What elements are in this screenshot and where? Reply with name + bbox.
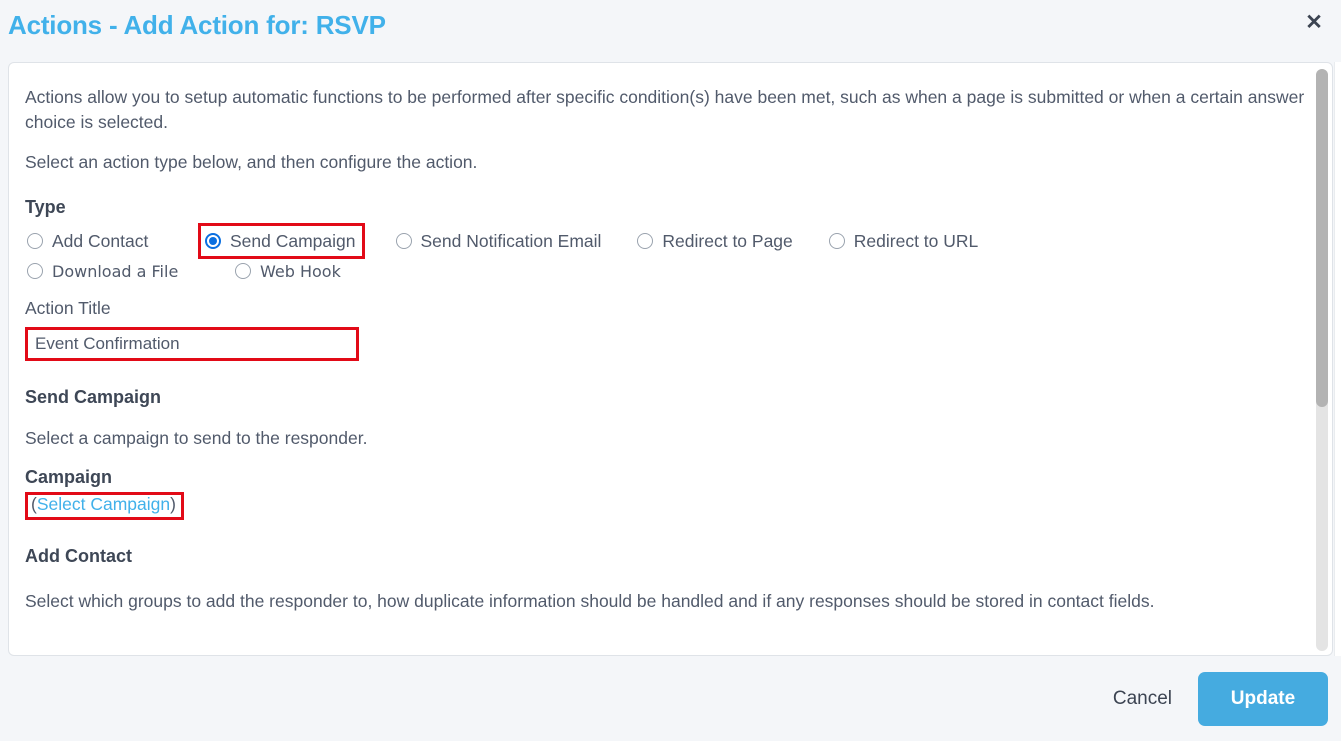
close-paren: ) — [170, 494, 176, 514]
close-icon[interactable]: ✕ — [1300, 8, 1328, 36]
radio-mark — [27, 263, 43, 279]
radio-option-redirect-to-url[interactable]: Redirect to URL — [827, 226, 981, 256]
scrollbar-thumb[interactable] — [1316, 69, 1328, 407]
radio-label: Redirect to Page — [662, 230, 793, 251]
modal-body-panel: Actions allow you to setup automatic fun… — [8, 62, 1333, 656]
type-radio-row-2: Download a File Web Hook — [25, 256, 1308, 286]
update-button[interactable]: Update — [1198, 671, 1328, 726]
scrollbar-track[interactable] — [1316, 69, 1328, 651]
radio-option-redirect-to-page[interactable]: Redirect to Page — [635, 226, 794, 256]
intro-paragraph: Actions allow you to setup automatic fun… — [25, 87, 1305, 132]
radio-mark — [637, 233, 654, 249]
page-title: Actions - Add Action for: RSVP — [8, 10, 386, 40]
add-action-modal: Actions - Add Action for: RSVP ✕ Actions… — [0, 0, 1341, 741]
radio-mark — [205, 233, 221, 249]
select-campaign-link[interactable]: Select Campaign — [37, 494, 170, 514]
radio-option-download-a-file[interactable]: Download a File — [25, 256, 233, 286]
radio-mark — [235, 263, 251, 279]
radio-mark — [27, 233, 43, 249]
modal-content: Actions allow you to setup automatic fun… — [9, 63, 1332, 655]
select-campaign-highlight: (Select Campaign) — [25, 492, 184, 520]
instruction-paragraph: Select an action type below, and then co… — [25, 152, 478, 172]
type-radio-row-1: Add Contact Send Campaign Send Notificat… — [25, 223, 1308, 259]
radio-option-web-hook[interactable]: Web Hook — [233, 256, 343, 286]
action-title-input[interactable] — [25, 327, 359, 361]
scroll-region: Actions allow you to setup automatic fun… — [9, 63, 1332, 655]
radio-label: Web Hook — [260, 261, 341, 281]
action-title-label: Action Title — [25, 298, 111, 318]
modal-header: Actions - Add Action for: RSVP ✕ — [0, 0, 1341, 58]
background-page-edge — [1334, 62, 1341, 656]
radio-label: Add Contact — [52, 230, 149, 251]
radio-mark — [395, 233, 412, 249]
radio-option-send-notification-email[interactable]: Send Notification Email — [394, 226, 604, 256]
type-section-heading: Type — [25, 197, 66, 217]
send-campaign-description: Select a campaign to send to the respond… — [25, 428, 368, 448]
campaign-label: Campaign — [25, 467, 113, 487]
radio-mark — [828, 233, 845, 249]
radio-option-send-campaign[interactable]: Send Campaign — [198, 223, 365, 259]
add-contact-description: Select which groups to add the responder… — [25, 591, 1155, 611]
radio-label: Send Campaign — [230, 230, 356, 251]
radio-label: Download a File — [52, 261, 179, 281]
send-campaign-section-heading: Send Campaign — [25, 387, 162, 407]
radio-label: Send Notification Email — [420, 230, 602, 251]
modal-footer: Cancel Update — [0, 656, 1341, 741]
radio-label: Redirect to URL — [853, 230, 979, 251]
add-contact-section-heading: Add Contact — [25, 546, 132, 566]
radio-option-add-contact[interactable]: Add Contact — [25, 226, 201, 256]
cancel-button[interactable]: Cancel — [1097, 678, 1188, 720]
